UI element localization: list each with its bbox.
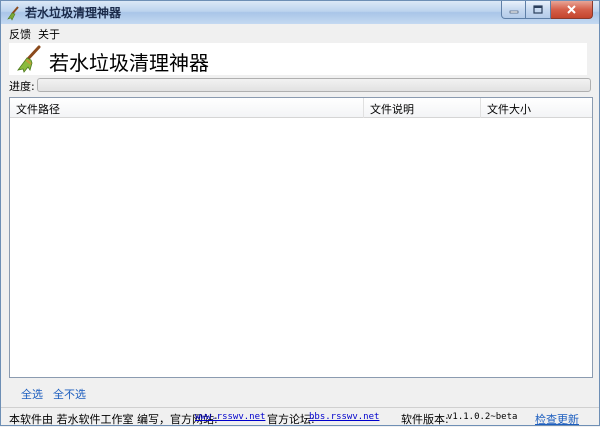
maximize-icon xyxy=(533,4,543,14)
list-header: 文件路径 文件说明 文件大小 xyxy=(10,98,592,118)
column-header-file-path[interactable]: 文件路径 xyxy=(10,98,364,118)
window-title: 若水垃圾清理神器 xyxy=(25,6,122,20)
column-header-file-size[interactable]: 文件大小 xyxy=(481,98,592,118)
select-all-link[interactable]: 全选 xyxy=(21,386,43,402)
menu-feedback[interactable]: 反馈 xyxy=(9,26,31,42)
credits-text: 本软件由 若水软件工作室 编写，官方网站: xyxy=(9,413,218,426)
app-window: 若水垃圾清理神器 反馈 关于 若水垃圾清理神器 进度: 文件路径 文件说明 文件… xyxy=(0,0,600,426)
close-button[interactable] xyxy=(551,1,593,19)
minimize-icon xyxy=(509,10,518,13)
title-bar[interactable]: 若水垃圾清理神器 xyxy=(1,1,599,24)
version-label: 软件版本: xyxy=(401,413,449,426)
status-bar: 本软件由 若水软件工作室 编写，官方网站: www.rsswv.net 官方论坛… xyxy=(1,407,599,427)
version-value: v1.1.0.2~beta xyxy=(447,412,518,422)
check-update-link[interactable]: 检查更新 xyxy=(535,411,579,427)
close-icon xyxy=(567,5,576,14)
file-list[interactable]: 文件路径 文件说明 文件大小 xyxy=(9,97,593,378)
minimize-button[interactable] xyxy=(501,1,526,19)
broom-icon xyxy=(17,45,41,73)
column-header-file-description[interactable]: 文件说明 xyxy=(364,98,481,118)
banner-title: 若水垃圾清理神器 xyxy=(49,51,209,75)
menu-about[interactable]: 关于 xyxy=(38,26,60,42)
website-link[interactable]: www.rsswv.net xyxy=(195,412,265,422)
progress-label: 进度: xyxy=(9,80,35,93)
window-controls xyxy=(501,1,593,19)
maximize-button[interactable] xyxy=(526,1,551,19)
menu-bar: 反馈 关于 xyxy=(1,24,599,41)
broom-app-icon xyxy=(7,6,19,21)
forum-label: 官方论坛: xyxy=(267,413,315,426)
progress-bar xyxy=(37,78,591,92)
header-banner: 若水垃圾清理神器 xyxy=(9,43,587,75)
select-none-link[interactable]: 全不选 xyxy=(53,386,86,402)
forum-link[interactable]: bbs.rsswv.net xyxy=(309,412,379,422)
